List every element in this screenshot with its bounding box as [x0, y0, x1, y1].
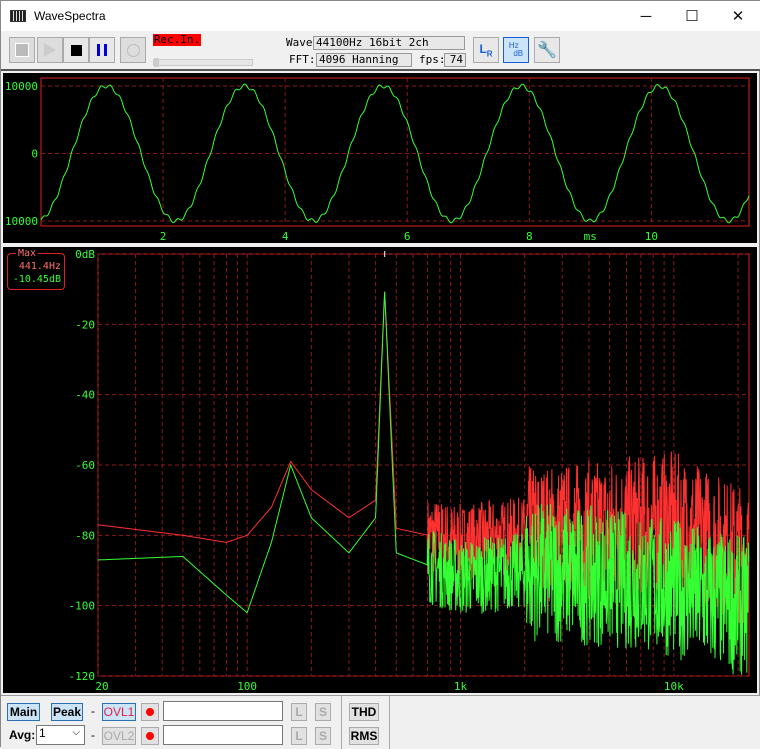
- spectrum-panel: 0dB -20 -40 -60 -80 -100 -120 20 100 1k 10k Max 44…: [3, 247, 757, 693]
- wave-format-field: 44100Hz 16bit 2ch: [313, 36, 465, 50]
- fft-setting-field[interactable]: 4096 Hanning: [316, 53, 412, 67]
- marker-title: Max: [16, 248, 39, 259]
- wave-y-tick: 0: [31, 148, 38, 161]
- maximize-button[interactable]: ☐: [669, 1, 715, 31]
- ovl1-name-field[interactable]: [163, 701, 283, 721]
- rms-button[interactable]: RMS: [349, 727, 379, 745]
- wave-y-tick: 10000: [5, 80, 38, 93]
- record-dot-icon: [146, 732, 154, 740]
- bottom-panel: Main Peak - OVL1 L S THD Avg: 1 ⌵ - OVL2 …: [1, 695, 760, 749]
- peak-marker-box: Max 441.4Hz -10.45dB: [7, 248, 65, 290]
- dash-1: -: [91, 704, 95, 718]
- divider: [389, 696, 390, 749]
- stop-icon: [70, 44, 82, 56]
- stop-button[interactable]: [63, 37, 89, 63]
- hz-db-button[interactable]: Hz dB: [503, 37, 529, 63]
- avg-select[interactable]: 1 ⌵: [36, 725, 85, 745]
- spectrum-line-l: [98, 291, 750, 675]
- spectrum-x-tick: 10k: [664, 680, 684, 693]
- record-dot-icon: [146, 708, 154, 716]
- spectrum-y-tick: 0dB: [75, 248, 95, 261]
- chevron-down-icon: ⌵: [72, 727, 80, 738]
- pause-button[interactable]: [89, 37, 115, 63]
- peak-button[interactable]: Peak: [51, 703, 83, 721]
- spectrum-y-tick: -120: [69, 670, 96, 683]
- waveform-chart: 10000 0 -10000 2 4 6 8 10 ms: [0, 77, 750, 243]
- main-button[interactable]: Main: [7, 703, 40, 721]
- wave-frame: [40, 77, 750, 227]
- ovl2-load-button[interactable]: L: [291, 727, 307, 745]
- ovl2-record-button[interactable]: [141, 727, 159, 745]
- ovl1-load-button[interactable]: L: [291, 703, 307, 721]
- wave-x-tick: 10: [645, 230, 658, 243]
- avg-label: Avg:: [9, 728, 36, 742]
- fps-value: 74: [444, 53, 466, 67]
- dash-2: -: [91, 728, 95, 742]
- wave-x-tick: 6: [404, 230, 411, 243]
- pause-icon: [97, 44, 107, 56]
- spectrum-y-tick: -80: [75, 529, 95, 542]
- channel-lr-button[interactable]: LR: [473, 37, 499, 63]
- thd-button[interactable]: THD: [349, 703, 379, 721]
- spectrum-y-tick: -60: [75, 459, 95, 472]
- waveform-panel: 10000 0 -10000 2 4 6 8 10 ms: [0, 73, 757, 243]
- spectrum-x-tick: 20: [95, 680, 108, 693]
- wave-x-unit: ms: [584, 230, 597, 243]
- wave-x-tick: 4: [282, 230, 289, 243]
- ovl2-save-button[interactable]: S: [315, 727, 331, 745]
- close-button[interactable]: ✕: [715, 1, 760, 31]
- wave-x-tick: 8: [526, 230, 533, 243]
- ovl1-record-button[interactable]: [141, 703, 159, 721]
- record-icon: [126, 43, 140, 57]
- ovl2-button[interactable]: OVL2: [102, 727, 136, 745]
- lr-icon: LR: [479, 41, 493, 59]
- divider: [341, 696, 342, 749]
- ovl1-button[interactable]: OVL1: [102, 703, 136, 721]
- window-title: WaveSpectra: [34, 9, 106, 23]
- marker-level: -10.45dB: [12, 274, 61, 285]
- spectrum-chart: 0dB -20 -40 -60 -80 -100 -12020 100 1k 10k: [69, 248, 750, 693]
- play-button[interactable]: [37, 37, 63, 63]
- rec-level-slider[interactable]: [153, 58, 253, 67]
- toolbar: Rec.In. Wave: 44100Hz 16bit 2ch FFT: 409…: [1, 31, 760, 71]
- spectrum-x-tick: 100: [237, 680, 257, 693]
- spectrum-y-tick: -20: [75, 318, 95, 331]
- spectrum-y-tick: -40: [75, 389, 95, 402]
- fft-label: FFT:: [289, 53, 316, 66]
- minimize-button[interactable]: ─: [623, 1, 669, 31]
- ovl2-name-field[interactable]: [163, 725, 283, 745]
- play-icon: [44, 43, 56, 57]
- open-file-button[interactable]: [9, 37, 35, 63]
- ruler-icon: Hz dB: [508, 41, 524, 58]
- marker-freq: 441.4Hz: [18, 261, 61, 272]
- record-button[interactable]: [120, 37, 146, 63]
- wrench-icon: 🔧: [537, 42, 557, 59]
- spectrum-y-tick: -100: [69, 600, 96, 613]
- spectrum-x-tick: 1k: [454, 680, 468, 693]
- wave-x-tick: 2: [160, 230, 167, 243]
- title-bar: WaveSpectra ─ ☐ ✕: [1, 1, 760, 31]
- fps-label: fps:: [419, 53, 446, 66]
- wave-y-tick: -10000: [3, 215, 38, 228]
- settings-button[interactable]: 🔧: [534, 37, 560, 63]
- ovl1-save-button[interactable]: S: [315, 703, 331, 721]
- avg-value: 1: [39, 726, 46, 740]
- app-icon: [10, 10, 26, 22]
- rec-in-indicator: Rec.In.: [153, 33, 201, 46]
- open-file-icon: [15, 43, 29, 57]
